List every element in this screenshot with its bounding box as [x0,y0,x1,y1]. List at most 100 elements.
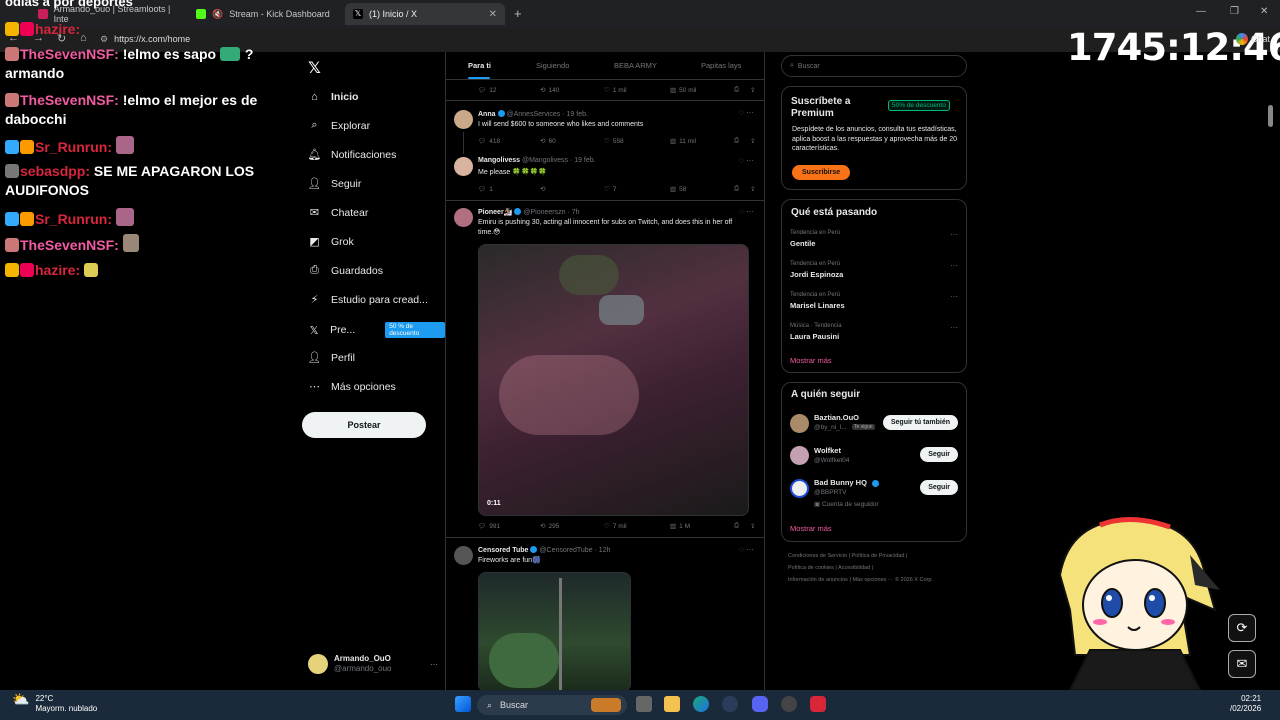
thread-line [463,132,464,154]
post[interactable]: Censored Tube @CensoredTube · 12h ◌ ··· F… [446,538,764,690]
share-icon[interactable]: ⇪ [750,522,755,530]
more-icon[interactable]: ◌ ··· [739,156,754,165]
follow-button[interactable]: Seguir [920,480,958,495]
repost-button[interactable]: ⟲ 60 [540,137,556,146]
system-clock[interactable]: 02:21 /02/2026 [1230,694,1261,714]
like-button[interactable]: ♡ 7 [604,185,616,194]
search-input[interactable]: ⌕ Buscar [781,55,967,77]
close-window-button[interactable]: ✕ [1260,6,1268,17]
nav-notifications[interactable]: 🔔︎ Notificaciones [308,148,397,162]
mail-icon[interactable]: ✉ [1228,650,1256,678]
more-icon[interactable]: ··· [430,660,438,669]
nav-profile[interactable]: 👤︎ Perfil [308,351,355,365]
views-button[interactable]: ▥ 11 mil [670,137,696,146]
views-button[interactable]: ▥ 50 mil [670,86,697,95]
post-image[interactable] [478,572,631,690]
tab-beba-army[interactable]: BEBA ARMY [614,61,657,70]
more-icon[interactable]: ··· [950,230,958,239]
avatar [790,446,809,465]
reply-button[interactable]: 💬︎ 418 [478,137,500,146]
account-icon: ▣ [814,501,822,508]
repost-button[interactable]: ⟲ [540,185,545,193]
post-video[interactable]: 0:11 [478,244,749,516]
bookmark-icon[interactable]: ⎙ [734,137,739,145]
follow-button[interactable]: Seguir [920,447,958,462]
edge-icon[interactable] [693,696,709,712]
scrollbar[interactable] [1268,105,1273,127]
verified-icon [514,208,522,215]
chat-message: TheSevenNSF: !elmo es sapo ? armando [5,46,254,81]
tab-following[interactable]: Siguiendo [536,61,569,70]
like-button[interactable]: ♡ 558 [604,137,624,146]
close-tab-icon[interactable]: ✕ [489,9,497,20]
nav-creator-studio[interactable]: ⚡ Estudio para cread... [308,293,428,307]
tree-shape [489,633,559,688]
like-button[interactable]: ♡ 1 mil [604,86,627,95]
premium-text: Despídete de los anuncios, consulta tus … [792,126,957,152]
left-navigation: 𝕏 ⌂ Inicio ⌕ Explorar 🔔︎ Notificaciones 👤︎ S… [300,52,445,690]
views-button[interactable]: ▥ 1 M [670,522,690,531]
app-icon[interactable] [810,696,826,712]
nav-premium[interactable]: 𝕏 Pre... 50 % de descuento [308,322,445,338]
post[interactable]: Anna @AnnesServices · 19 feb. ◌ ··· I wil… [446,100,764,200]
bookmark-icon[interactable]: ⎙ [734,86,739,94]
chat-button[interactable]: Chat [1236,33,1270,45]
windows-start-icon[interactable] [455,696,471,712]
nav-chat[interactable]: ✉ Chatear [308,206,368,220]
nav-grok[interactable]: ◩ Grok [308,235,353,249]
share-icon[interactable]: ⇪ [750,185,755,193]
show-more-link[interactable]: Mostrar más [790,524,832,533]
nav-explore[interactable]: ⌕ Explorar [308,119,370,132]
right-sidebar: ⌕ Buscar Suscríbete a Premium 50% de des… [780,52,970,612]
bookmark-icon[interactable]: ⎙ [734,185,739,193]
chat-message: Sr_Runrun: [5,136,135,157]
reply-button[interactable]: 💬︎ 991 [478,522,500,531]
repost-button[interactable]: ⟲ 140 [540,86,559,95]
like-button[interactable]: ♡ 7 mil [604,522,627,531]
follow-back-button[interactable]: Seguir tú también [882,415,958,430]
discord-icon[interactable] [752,696,768,712]
taskbar-search[interactable]: ⌕ Buscar [477,695,627,715]
chat-message: Sr_Runrun: [5,208,135,229]
share-icon[interactable]: ⇪ [750,86,755,94]
tab-x-home[interactable]: 𝕏 (1) Inicio / X ✕ [345,3,505,25]
nav-follow[interactable]: 👤︎ Seguir [308,177,362,191]
views-button[interactable]: ▥ 58 [670,185,686,194]
tab-for-you[interactable]: Para ti [468,61,491,70]
reply-button[interactable]: 💬︎ 1 [478,185,493,194]
tab-papitas-lays[interactable]: Papitas lays [701,61,741,70]
avatar-badge-icon [5,47,19,61]
crown-badge-icon [5,263,19,277]
post[interactable]: Pioneer🏂 @Pioneerszn · 7h ◌ ··· Emiru is … [446,200,764,538]
more-icon[interactable]: ◌ ··· [739,108,754,117]
more-icon[interactable]: ··· [950,323,958,332]
repost-button[interactable]: ⟲ 295 [540,522,559,531]
more-icon[interactable]: ··· [950,261,958,270]
share-icon[interactable]: ⇪ [750,137,755,145]
weather-widget[interactable]: ⛅ 22°C Mayorm. nublado [12,692,97,714]
more-icon[interactable]: ◌ ··· [739,207,754,216]
task-view-icon[interactable] [636,696,652,712]
more-options-icon: ⋯ [309,381,320,393]
more-icon[interactable]: ◌ ··· [739,545,754,554]
obs-icon[interactable] [781,696,797,712]
nav-home[interactable]: ⌂ Inicio [308,90,358,103]
more-icon[interactable]: ··· [950,292,958,301]
file-explorer-icon[interactable] [664,696,680,712]
pole-shape [559,578,562,690]
refresh-icon[interactable]: ⟳ [1228,614,1256,642]
reply-button[interactable]: 💬︎ 12 [478,86,497,95]
new-tab-button[interactable]: + [514,6,522,21]
maximize-button[interactable]: ❐ [1230,6,1239,17]
nav-bookmarks[interactable]: ⎙ Guardados [308,264,383,277]
nav-more[interactable]: ⋯ Más opciones [308,380,396,394]
post-button[interactable]: Postear [302,412,426,438]
account-switcher[interactable]: Armando_OuO @armando_ouo ··· [308,652,438,676]
x-logo-icon[interactable]: 𝕏 [308,58,321,78]
bookmark-icon[interactable]: ⎙ [734,522,739,530]
show-more-link[interactable]: Mostrar más [790,356,832,365]
ccleaner-icon[interactable] [722,696,738,712]
minimize-button[interactable]: — [1196,6,1206,17]
subscribe-button[interactable]: Suscribirse [792,165,851,180]
sword-badge-icon [5,140,19,154]
